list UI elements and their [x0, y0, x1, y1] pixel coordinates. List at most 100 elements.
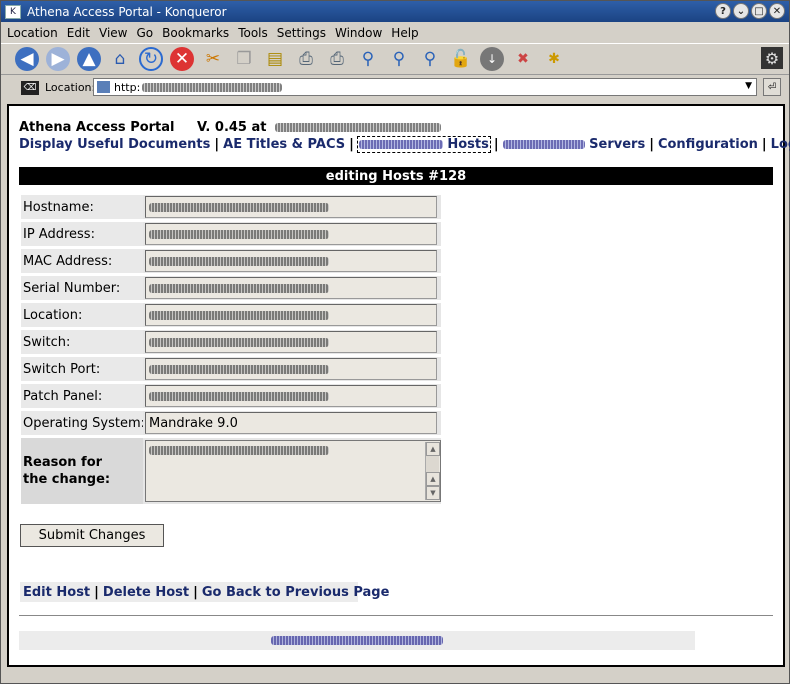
operating-system-field[interactable]: Mandrake 9.0: [145, 412, 437, 434]
browser-window: K Athena Access Portal - Konqueror ? ⌄ □…: [0, 0, 790, 684]
host-edit-form: Hostname: IP Address: MAC Address: Seria…: [21, 195, 441, 507]
download-icon[interactable]: ↓: [480, 47, 504, 71]
nav-servers[interactable]: Servers: [502, 137, 646, 152]
operating-system-label: Operating System:: [21, 411, 145, 435]
zoom-out-icon[interactable]: ⚲: [418, 47, 442, 71]
delete-host-link[interactable]: Delete Host: [103, 585, 189, 600]
go-back-link[interactable]: Go Back to Previous Page: [202, 585, 390, 600]
divider: [19, 615, 773, 616]
mac-address-label: MAC Address:: [21, 249, 143, 273]
scroll-up-icon[interactable]: ▲: [426, 442, 440, 456]
location-input[interactable]: http: ▼: [93, 78, 757, 96]
footer: [19, 631, 695, 650]
redacted-host: [275, 123, 442, 132]
maximize-icon[interactable]: □: [751, 3, 767, 19]
print-frame-icon[interactable]: ⎙: [325, 47, 349, 71]
delete-icon[interactable]: ✖: [511, 47, 535, 71]
form-row: Switch Port:: [21, 357, 441, 381]
minimize-icon[interactable]: ⌄: [733, 3, 749, 19]
nav-ae-titles[interactable]: AE Titles & PACS: [223, 137, 345, 152]
forward-icon[interactable]: ▶: [46, 47, 70, 71]
zoom-in-icon[interactable]: ⚲: [387, 47, 411, 71]
app-icon[interactable]: K: [5, 4, 21, 19]
konqueror-throbber-icon: ⚙: [761, 47, 783, 69]
reload-icon[interactable]: ↻: [139, 47, 163, 71]
chevron-down-icon[interactable]: ▼: [745, 81, 752, 91]
reason-label: Reason for the change:: [21, 438, 143, 504]
cut-icon[interactable]: ✂: [201, 47, 225, 71]
location-label: Location:: [45, 81, 96, 94]
scroll-up-icon[interactable]: ▲: [426, 472, 440, 486]
form-row: Location:: [21, 303, 441, 327]
favicon-icon: [97, 81, 110, 93]
nav-servers-label: Servers: [589, 137, 646, 152]
form-row: Reason for the change: ▲ ▲ ▼: [21, 438, 441, 504]
scroll-down-icon[interactable]: ▼: [426, 486, 440, 500]
paste-icon[interactable]: ▤: [263, 47, 287, 71]
location-toolbar: ⌫ Location: http: ▼ ⏎: [1, 76, 789, 99]
menu-view[interactable]: View: [99, 26, 127, 40]
patch-panel-field[interactable]: [145, 385, 437, 407]
serial-number-field[interactable]: [145, 277, 437, 299]
clear-location-icon[interactable]: ⌫: [21, 80, 39, 95]
page-viewport: Athena Access Portal V. 0.45 at Display …: [7, 104, 790, 667]
form-row: Hostname:: [21, 195, 441, 219]
reason-textarea[interactable]: ▲ ▲ ▼: [145, 440, 441, 502]
print-icon[interactable]: ⎙: [294, 47, 318, 71]
nav-logout[interactable]: Logout: [771, 137, 790, 152]
redacted-nav-prefix: [358, 140, 443, 149]
switch-port-field[interactable]: [145, 358, 437, 380]
menu-bar: Location Edit View Go Bookmarks Tools Se…: [1, 23, 789, 43]
location-label: Location:: [21, 303, 143, 327]
submit-changes-button[interactable]: Submit Changes: [20, 524, 164, 547]
ip-address-label: IP Address:: [21, 222, 143, 246]
zoom-icon[interactable]: ⚲: [356, 47, 380, 71]
form-row: Serial Number:: [21, 276, 441, 300]
location-url: http:: [114, 80, 141, 94]
menu-bookmarks[interactable]: Bookmarks: [162, 26, 229, 40]
reason-label-line1: Reason for: [23, 455, 103, 470]
switch-label: Switch:: [21, 330, 143, 354]
portal-header: Athena Access Portal V. 0.45 at: [19, 120, 442, 135]
lock-icon[interactable]: 🔓: [449, 47, 473, 71]
title-bar[interactable]: K Athena Access Portal - Konqueror ? ⌄ □…: [1, 1, 789, 22]
form-row: IP Address:: [21, 222, 441, 246]
copy-icon[interactable]: ❐: [232, 47, 256, 71]
stop-icon[interactable]: ✕: [170, 47, 194, 71]
go-button[interactable]: ⏎: [763, 78, 781, 96]
nav-display-documents[interactable]: Display Useful Documents: [19, 137, 210, 152]
back-icon[interactable]: ◀: [15, 47, 39, 71]
menu-window[interactable]: Window: [335, 26, 382, 40]
menu-edit[interactable]: Edit: [67, 26, 90, 40]
edit-host-link[interactable]: Edit Host: [23, 585, 90, 600]
menu-go[interactable]: Go: [137, 26, 154, 40]
switch-port-label: Switch Port:: [21, 357, 143, 381]
nav-hosts[interactable]: Hosts: [356, 136, 491, 153]
textarea-scrollbar[interactable]: ▲ ▲ ▼: [425, 442, 440, 500]
mac-address-field[interactable]: [145, 250, 437, 272]
hostname-field[interactable]: [145, 196, 437, 218]
up-icon[interactable]: ▲: [77, 47, 101, 71]
form-row: Operating System: Mandrake 9.0: [21, 411, 441, 435]
location-field[interactable]: [145, 304, 437, 326]
menu-help[interactable]: Help: [391, 26, 418, 40]
nav-configuration[interactable]: Configuration: [658, 137, 758, 152]
form-row: Patch Panel:: [21, 384, 441, 408]
redacted-url: [142, 82, 283, 92]
main-toolbar: ◀ ▶ ▲ ⌂ ↻ ✕ ✂ ❐ ▤ ⎙ ⎙ ⚲ ⚲ ⚲ 🔓 ↓ ✖ ✱ ⚙: [1, 43, 789, 75]
menu-tools[interactable]: Tools: [238, 26, 268, 40]
help-icon[interactable]: ?: [715, 3, 731, 19]
new-folder-icon[interactable]: ✱: [542, 47, 566, 71]
home-icon[interactable]: ⌂: [108, 47, 132, 71]
redacted-footer-link[interactable]: [271, 636, 443, 645]
switch-field[interactable]: [145, 331, 437, 353]
version: V. 0.45 at: [197, 120, 267, 135]
main-nav: Display Useful Documents | AE Titles & PAC…: [19, 136, 790, 153]
host-actions: Edit Host | Delete Host | Go Back to Previou…: [20, 582, 389, 602]
close-icon[interactable]: ✕: [769, 3, 785, 19]
menu-settings[interactable]: Settings: [277, 26, 326, 40]
ip-address-field[interactable]: [145, 223, 437, 245]
menu-location[interactable]: Location: [7, 26, 58, 40]
hostname-label: Hostname:: [21, 195, 143, 219]
form-row: MAC Address:: [21, 249, 441, 273]
